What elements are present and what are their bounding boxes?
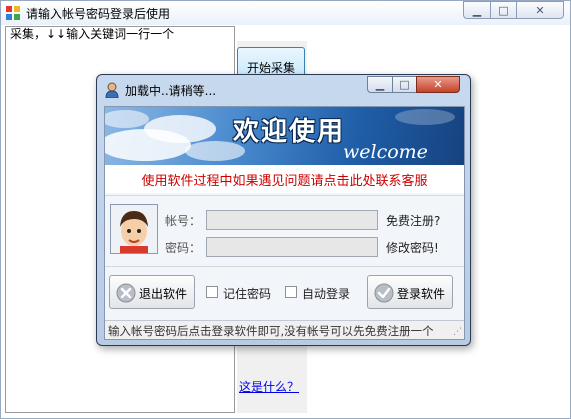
minimize-button[interactable]: ▁ bbox=[463, 1, 490, 19]
maximize-button[interactable]: □ bbox=[490, 1, 516, 19]
app-icon bbox=[6, 6, 20, 20]
register-link[interactable]: 免费注册? bbox=[386, 212, 440, 229]
login-check-icon bbox=[374, 283, 394, 303]
dialog-body: 欢迎使用 welcome 使用软件过程中如果遇见问题请点击此处联系客服 帐号： … bbox=[104, 106, 465, 340]
resize-grip[interactable]: ⋰ bbox=[453, 327, 462, 337]
password-input[interactable] bbox=[206, 237, 378, 257]
auto-login-label[interactable]: 自动登录 bbox=[302, 285, 350, 302]
account-label: 帐号： bbox=[165, 214, 202, 228]
divider bbox=[105, 195, 464, 196]
close-icon: ✕ bbox=[433, 78, 443, 91]
login-button[interactable]: 登录软件 bbox=[367, 275, 453, 309]
avatar bbox=[110, 204, 158, 254]
main-titlebar: 请输入帐号密码登录后使用 ▁ □ ✕ bbox=[1, 1, 570, 25]
dialog-title: 加载中..请稍等... bbox=[125, 84, 217, 98]
close-icon: ✕ bbox=[535, 3, 545, 17]
auto-login-checkbox[interactable] bbox=[285, 286, 297, 298]
help-link[interactable]: 这是什么？ bbox=[239, 378, 299, 395]
exit-button-label: 退出软件 bbox=[139, 287, 188, 301]
maximize-icon: □ bbox=[399, 78, 410, 91]
status-text: 输入帐号密码后点击登录软件即可,没有帐号可以先免费注册一个 bbox=[108, 324, 434, 338]
maximize-icon: □ bbox=[498, 3, 509, 17]
login-button-label: 登录软件 bbox=[397, 287, 446, 301]
dialog-maximize-button[interactable]: □ bbox=[392, 76, 416, 93]
status-bar: 输入帐号密码后点击登录软件即可,没有帐号可以先免费注册一个 ⋰ bbox=[105, 320, 464, 339]
exit-icon bbox=[116, 283, 136, 303]
remember-password-label[interactable]: 记住密码 bbox=[223, 285, 271, 302]
change-password-link[interactable]: 修改密码! bbox=[386, 239, 439, 256]
login-dialog: 加载中..请稍等... ▁ □ ✕ 欢迎使用 welcome 使用软件过程中如果… bbox=[96, 74, 471, 346]
exit-button[interactable]: 退出软件 bbox=[109, 275, 195, 309]
keyword-hint-text: 采集，↓↓输入关键词一行一个 bbox=[10, 27, 175, 41]
dialog-minimize-button[interactable]: ▁ bbox=[367, 76, 392, 93]
contact-support-link[interactable]: 使用软件过程中如果遇见问题请点击此处联系客服 bbox=[105, 165, 464, 193]
banner-subtitle: welcome bbox=[343, 141, 428, 163]
password-label: 密码： bbox=[165, 241, 202, 255]
divider bbox=[105, 266, 464, 267]
window-title: 请输入帐号密码登录后使用 bbox=[26, 7, 171, 21]
keyword-hint: 采集，↓↓输入关键词一行一个 bbox=[5, 26, 235, 42]
account-input[interactable] bbox=[206, 210, 378, 230]
dialog-close-button[interactable]: ✕ bbox=[416, 76, 460, 93]
minimize-icon: ▁ bbox=[472, 3, 482, 17]
dialog-titlebar: 加载中..请稍等... ▁ □ ✕ bbox=[97, 75, 470, 101]
banner-title: 欢迎使用 bbox=[233, 117, 346, 147]
minimize-icon: ▁ bbox=[375, 78, 385, 91]
user-icon bbox=[105, 82, 119, 98]
close-button[interactable]: ✕ bbox=[516, 1, 564, 19]
remember-password-checkbox[interactable] bbox=[206, 286, 218, 298]
welcome-banner: 欢迎使用 welcome bbox=[105, 107, 464, 165]
